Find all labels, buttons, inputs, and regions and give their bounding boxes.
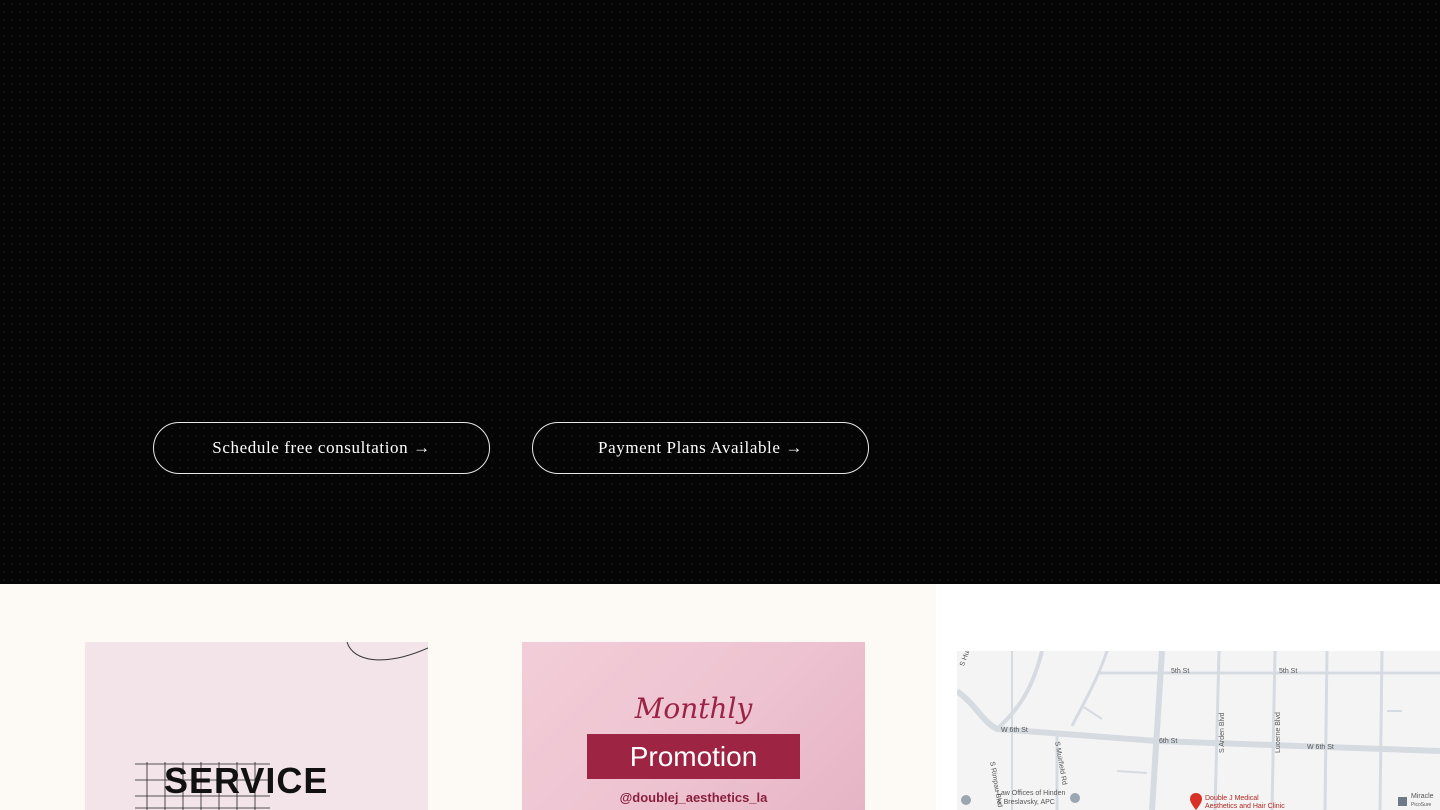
place-dot-icon bbox=[961, 795, 971, 805]
transit-icon bbox=[1398, 797, 1407, 806]
hero-section: Schedule free consultation → Payment Pla… bbox=[0, 0, 1440, 584]
place-dot-icon bbox=[1070, 793, 1080, 803]
place-label: PicoSure bbox=[1411, 802, 1432, 808]
location-pin-icon bbox=[1190, 793, 1202, 810]
place-label: Miracle bbox=[1411, 793, 1434, 800]
street-label: 6th St bbox=[1159, 738, 1178, 745]
place-label: & Breslavsky, APC bbox=[997, 799, 1055, 806]
street-label: 5th St bbox=[1171, 668, 1190, 675]
instagram-handle: @doublej_aesthetics_la bbox=[619, 790, 768, 805]
clinic-label[interactable]: Aesthetics and Hair Clinic bbox=[1205, 803, 1285, 810]
street-label: W 6th St bbox=[1001, 727, 1028, 734]
street-label: 5th St bbox=[1279, 668, 1298, 675]
street-label: S Arden Blvd bbox=[1219, 712, 1226, 753]
street-label: W 6th St bbox=[1307, 744, 1334, 751]
map-roads bbox=[957, 651, 1440, 810]
clinic-label[interactable]: Double J Medical bbox=[1205, 795, 1259, 802]
payment-plans-button[interactable]: Payment Plans Available → bbox=[532, 422, 869, 474]
service-card[interactable]: SERVICE bbox=[85, 642, 428, 810]
location-map[interactable]: S Hudson 5th St 5th St W 6th St 6th St W… bbox=[957, 651, 1440, 810]
place-label: Law Offices of Hinden bbox=[997, 790, 1066, 797]
street-label: Lucerne Blvd bbox=[1275, 712, 1282, 753]
schedule-consultation-button[interactable]: Schedule free consultation → bbox=[153, 422, 490, 474]
service-title: SERVICE bbox=[164, 760, 329, 801]
promotion-title: Promotion bbox=[587, 734, 800, 779]
monthly-promotion-card[interactable]: Monthly Promotion @doublej_aesthetics_la bbox=[522, 642, 865, 810]
monthly-script-title: Monthly bbox=[634, 692, 753, 725]
